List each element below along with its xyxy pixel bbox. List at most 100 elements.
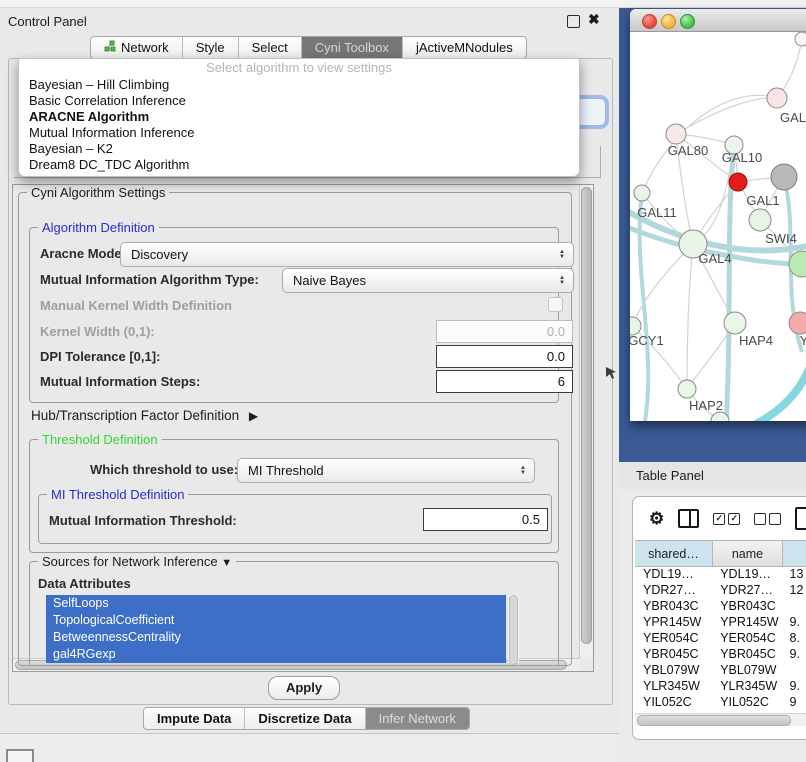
list-item[interactable]: gal4RGexp (46, 646, 506, 663)
mi-algorithm-type-combobox[interactable]: Naive Bayes ▲▼ (282, 268, 574, 293)
group-title: Sources for Network Inference ▼ (38, 554, 236, 571)
network-node[interactable] (767, 88, 787, 108)
algorithm-option[interactable]: Bayesian – K2 (19, 141, 579, 157)
network-edge (748, 362, 806, 421)
tab-cyni-toolbox[interactable]: Cyni Toolbox (302, 37, 403, 58)
node-label: GAL11 (637, 205, 677, 220)
float-panel-icon[interactable] (567, 15, 580, 28)
select-all-checkboxes-icon[interactable]: ✓ ✓ (713, 513, 740, 525)
node-label: HAP4 (739, 333, 773, 348)
kernel-width-label: Kernel Width (0,1): (40, 324, 155, 339)
list-item[interactable]: SelfLoops (46, 595, 506, 612)
data-attributes-list: SelfLoops TopologicalCoefficient Between… (46, 595, 506, 663)
network-node-gray[interactable] (771, 164, 797, 190)
minimize-window-icon[interactable] (661, 14, 676, 29)
network-node-hap2[interactable] (678, 380, 696, 398)
hidden-groupbox-edge (14, 177, 600, 178)
network-node-gal1[interactable] (749, 209, 771, 231)
network-node-pink[interactable] (789, 312, 806, 334)
columns-icon[interactable] (678, 509, 699, 528)
list-vertical-scrollbar[interactable] (508, 595, 519, 663)
hub-collapsed-arrow-icon[interactable]: ▶ (249, 409, 258, 423)
algorithm-definition-group: Algorithm Definition Aracne Mode: Discov… (29, 227, 559, 403)
tab-jactivemnodules[interactable]: jActiveMNodules (403, 37, 526, 58)
network-node[interactable] (795, 32, 806, 46)
cyni-algorithm-settings-group: Cyni Algorithm Settings Algorithm Defini… (18, 192, 572, 666)
network-tab-icon (104, 40, 116, 55)
list-item[interactable]: TopologicalCoefficient (46, 612, 506, 629)
network-node-gal80[interactable] (666, 124, 686, 144)
settings-vertical-scrollbar[interactable] (579, 185, 593, 659)
table-row[interactable]: YIL052CYIL052C9 (635, 694, 806, 710)
algorithm-option[interactable]: Mutual Information Inference (19, 125, 579, 141)
network-edge (642, 95, 777, 193)
algorithm-option[interactable]: Bayesian – Hill Climbing (19, 77, 579, 93)
network-node-hap4[interactable] (724, 312, 746, 334)
manual-kernel-width-checkbox[interactable] (548, 297, 563, 312)
document-icon[interactable] (795, 507, 806, 530)
list-item[interactable]: BetweennessCentrality (46, 629, 506, 646)
tab-infer-network[interactable]: Infer Network (366, 708, 469, 729)
bottom-tabbar: Impute Data Discretize Data Infer Networ… (143, 707, 470, 730)
aracne-mode-combobox[interactable]: Discovery ▲▼ (120, 242, 574, 267)
screen: { "window": { "title": "Control Panel" }… (0, 0, 806, 762)
table-row[interactable]: YBR045CYBR045C9. (635, 646, 806, 662)
apply-button[interactable]: Apply (268, 676, 340, 700)
close-panel-icon[interactable]: ✖ (588, 11, 600, 28)
sources-expanded-arrow-icon[interactable]: ▼ (221, 557, 232, 569)
table-row[interactable]: YBL079WYBL079W (635, 662, 806, 678)
network-node-gal11[interactable] (634, 185, 650, 201)
tab-network[interactable]: Network (91, 37, 183, 58)
tab-select[interactable]: Select (239, 37, 302, 58)
mi-threshold-label: Mutual Information Threshold: (49, 513, 237, 528)
table-row[interactable]: YDL19…YDL19…13 (635, 566, 806, 582)
group-title: Algorithm Definition (38, 220, 159, 235)
dpi-tolerance-input[interactable]: 0.0 (436, 345, 573, 368)
table-row[interactable]: YER054CYER054C8. (635, 630, 806, 646)
combo-stepper-icon: ▲▼ (553, 250, 573, 260)
table-row[interactable]: YBR043CYBR043C (635, 598, 806, 614)
column-header-shared[interactable]: shared… (635, 541, 713, 566)
algorithm-option-selected[interactable]: ARACNE Algorithm (19, 109, 579, 125)
mouse-cursor-icon (606, 367, 617, 386)
close-window-icon[interactable] (642, 14, 657, 29)
tab-discretize-data[interactable]: Discretize Data (245, 708, 365, 729)
tab-style[interactable]: Style (183, 37, 239, 58)
column-header-name[interactable]: name (713, 541, 783, 566)
combo-stepper-icon: ▲▼ (553, 276, 573, 286)
mi-threshold-input[interactable]: 0.5 (423, 508, 548, 531)
dpi-tolerance-label: DPI Tolerance [0,1]: (40, 349, 160, 364)
table-panel-titlebar: Table Panel (619, 462, 806, 490)
node-label: GAL (780, 110, 806, 125)
zoom-window-icon[interactable] (680, 14, 695, 29)
mi-steps-input[interactable]: 6 (436, 370, 573, 393)
table-toolbar: ⚙ ✓ ✓ (633, 497, 806, 540)
minimized-panel-chip[interactable] (6, 749, 34, 762)
network-canvas[interactable]: GAL GAL80 GAL10 GAL11 GAL1 SWI4 GAL4 GCY… (630, 32, 806, 421)
gear-icon[interactable]: ⚙ (649, 509, 664, 529)
threshold-definition-group: Threshold Definition Which threshold to … (29, 439, 559, 553)
node-label: Y (800, 333, 806, 348)
screen-top-strip (0, 0, 806, 8)
table-row[interactable]: YLR345WYLR345W9. (635, 678, 806, 694)
tab-impute-data[interactable]: Impute Data (144, 708, 245, 729)
kernel-width-input[interactable]: 0.0 (436, 320, 573, 343)
network-node-selected-red[interactable] (729, 173, 747, 191)
algorithm-option[interactable]: Basic Correlation Inference (19, 93, 579, 109)
deselect-all-checkboxes-icon[interactable] (754, 513, 781, 525)
control-panel: Control Panel ✖ Network Style Select Cyn… (0, 8, 619, 734)
network-graph: GAL GAL80 GAL10 GAL11 GAL1 SWI4 GAL4 GCY… (630, 32, 806, 421)
column-header-partial[interactable] (783, 541, 806, 566)
which-threshold-combobox[interactable]: MI Threshold ▲▼ (237, 458, 535, 483)
which-threshold-label: Which threshold to use: (90, 462, 238, 477)
node-table: ⚙ ✓ ✓ shared… name YDL19…YDL19…13 YDR27…… (632, 496, 806, 740)
network-window-titlebar[interactable] (630, 9, 806, 32)
table-row[interactable]: YDR27…YDR27…12 (635, 582, 806, 598)
table-row[interactable]: YPR145WYPR145W9. (635, 614, 806, 630)
node-label: HAP2 (689, 398, 723, 413)
algorithm-option[interactable]: Dream8 DC_TDC Algorithm (19, 157, 579, 173)
node-label: GCY1 (630, 333, 664, 348)
group-title: Threshold Definition (38, 432, 162, 447)
table-horizontal-scrollbar[interactable] (635, 713, 806, 726)
hub-definition-label: Hub/Transcription Factor Definition ▶ (31, 408, 258, 423)
